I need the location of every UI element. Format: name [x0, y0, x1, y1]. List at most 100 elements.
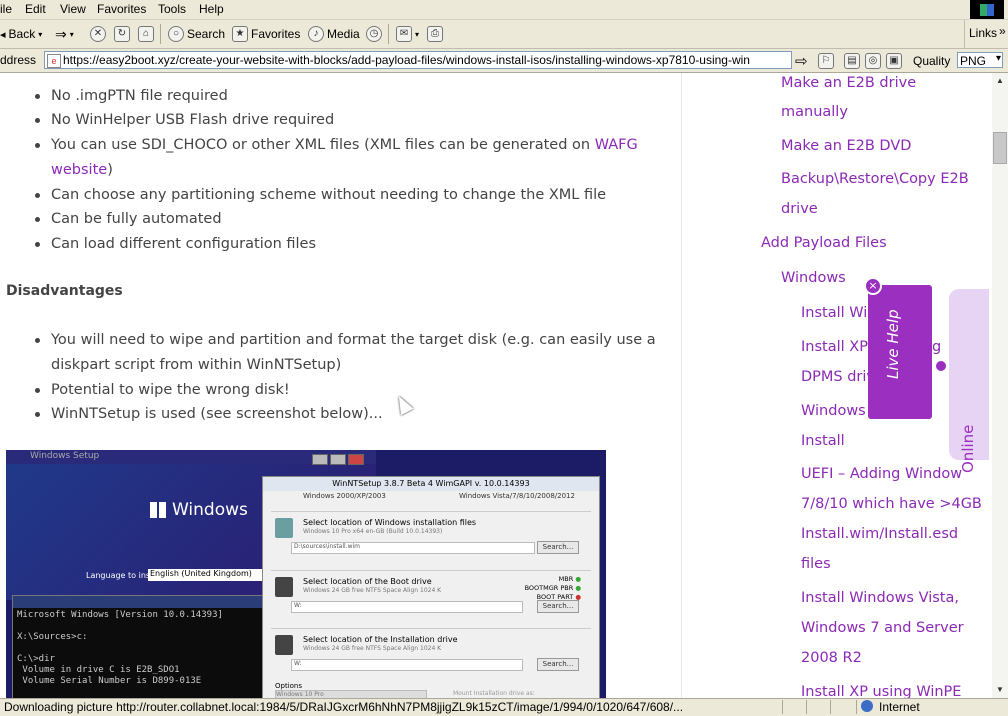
search-button: Search... [537, 541, 579, 554]
vertical-scrollbar[interactable]: ▲ ▼ [992, 73, 1008, 698]
sidebar-item-dpms[interactable]: DPMS driv [801, 362, 875, 392]
boot-status: MBR ● BOOTMGR PBR ● BOOT PART ● [524, 575, 581, 601]
list-item: You will need to wipe and partition and … [35, 328, 656, 353]
paren-text: ) [107, 162, 113, 178]
list-item: Can be fully automated [35, 207, 222, 232]
section-heading: Select location of the Installation driv… [303, 635, 458, 644]
status-pane [830, 700, 853, 714]
forward-button[interactable]: ⇒ ▾ [55, 25, 74, 43]
media-icon: ♪ [308, 26, 324, 42]
sidebar-item-add-payload-files[interactable]: Add Payload Files [761, 228, 887, 258]
sidebar-item-windows-install[interactable]: Windows [801, 396, 866, 426]
menu-file[interactable]: ile [0, 2, 12, 16]
sidebar-item-windows-install-cont[interactable]: Install [801, 426, 845, 456]
tab-vista: Windows Vista/7/8/10/2008/2012 [459, 492, 575, 500]
scroll-down-icon[interactable]: ▼ [992, 682, 1008, 698]
stop-button[interactable]: ✕ [90, 25, 106, 43]
section-subtext: Windows 10 Pro x64 en-GB (Build 10.0.143… [303, 528, 443, 535]
menu-view[interactable]: View [60, 2, 86, 16]
install-section: Select location of the Installation driv… [271, 628, 591, 684]
status-pane [806, 700, 829, 714]
home-icon: ⌂ [138, 26, 154, 42]
sidebar-item-uefi[interactable]: UEFI – Adding Window [801, 459, 962, 489]
path-field: D:\sources\install.wim [291, 542, 535, 554]
history-button[interactable]: ◷ [366, 25, 382, 43]
bookmark-button[interactable]: ⚐ [818, 52, 834, 70]
clipboard-button[interactable]: ▣ [886, 52, 902, 70]
winntsetup-tabs: Windows 2000/XP/2003 Windows Vista/7/8/1… [263, 492, 599, 504]
list-item: You can use SDI_CHOCO or other XML files… [35, 133, 638, 158]
address-label: ddress [0, 53, 37, 67]
sidebar-item-make-e2b-drive[interactable]: Make an E2B drive [781, 73, 916, 98]
section-heading: Select location of the Boot drive [303, 577, 432, 586]
boot-section: Select location of the Boot drive Window… [271, 570, 591, 626]
maximize-icon [330, 454, 346, 465]
live-help-dot [936, 361, 946, 371]
menu-tools[interactable]: Tools [158, 2, 186, 16]
chevron-down-icon: ▾ [995, 53, 1001, 64]
list-item: Potential to wipe the wrong disk! [35, 378, 290, 403]
mail-button[interactable]: ✉ ▾ [396, 25, 419, 43]
sidebar-item-install-vista-cont1[interactable]: Windows 7 and Server [801, 613, 964, 643]
menu-help[interactable]: Help [199, 2, 224, 16]
favorites-button[interactable]: ★ Favorites [232, 25, 300, 43]
sidebar-item-windows[interactable]: Windows [781, 263, 846, 293]
list-item: No .imgPTN file required [35, 84, 228, 109]
binoculars-button[interactable]: ◎ [865, 52, 881, 70]
status-text: Downloading picture http://router.collab… [4, 700, 684, 714]
list-item: No WinHelper USB Flash drive required [34, 108, 334, 133]
wafg-website-link[interactable]: website [51, 162, 107, 178]
scroll-up-icon[interactable]: ▲ [992, 73, 1008, 89]
windows-logo-icon [150, 502, 166, 518]
drive-icon [275, 577, 293, 597]
binoculars-icon: ◎ [865, 53, 881, 69]
search-button: Search... [537, 658, 579, 671]
sidebar-item-install-wi[interactable]: Install Wi [801, 298, 867, 328]
address-url: https://easy2boot.xyz/create-your-websit… [63, 53, 750, 67]
quality-select[interactable]: PNG ▾ [957, 52, 1003, 68]
windows-logo-icon [970, 0, 1004, 19]
wafg-link[interactable]: WAFG [595, 137, 638, 153]
search-button[interactable]: ○ Search [168, 25, 225, 43]
sidebar-item-uefi-cont2[interactable]: Install.wim/Install.esd [801, 519, 958, 549]
scroll-thumb[interactable] [993, 132, 1007, 164]
drive-icon [275, 635, 293, 655]
section-subtext: Windows 24 GB free NTFS Space Align 1024… [303, 645, 442, 652]
back-arrow-icon: ◂ [0, 28, 6, 41]
home-button[interactable]: ⌂ [138, 25, 154, 43]
refresh-button[interactable]: ↻ [114, 25, 130, 43]
sidebar-item-backup-restore-cont[interactable]: drive [781, 194, 818, 224]
sidebar-item-backup-restore[interactable]: Backup\Restore\Copy E2B [781, 164, 969, 194]
sidebar-item-install-vista-cont2[interactable]: 2008 R2 [801, 643, 862, 673]
sidebar-item-make-e2b-drive-cont[interactable]: manually [781, 97, 848, 127]
address-input[interactable]: e https://easy2boot.xyz/create-your-webs… [44, 51, 792, 69]
go-button[interactable]: ⇨ [795, 52, 808, 70]
live-help-tab[interactable]: Live Help [868, 285, 932, 419]
page-button[interactable]: ▤ [844, 52, 860, 70]
close-icon[interactable]: × [864, 277, 882, 295]
online-tab[interactable]: Online [949, 289, 989, 473]
links-toolbar[interactable]: Links » [964, 20, 1008, 48]
sidebar-item-install-vista[interactable]: Install Windows Vista, [801, 583, 959, 613]
toolbar-divider [160, 24, 161, 44]
history-icon: ◷ [366, 26, 382, 42]
sidebar-item-uefi-cont3[interactable]: files [801, 549, 831, 579]
cmd-output: Microsoft Windows [Version 10.0.14393] X… [17, 610, 223, 686]
sidebar-item-uefi-cont1[interactable]: 7/8/10 which have >4GB [801, 489, 982, 519]
media-button[interactable]: ♪ Media [308, 25, 360, 43]
back-button[interactable]: ◂ Back ▾ [0, 25, 42, 43]
sidebar-item-install-xp-cont[interactable]: g [932, 332, 941, 362]
sidebar-item-make-e2b-dvd[interactable]: Make an E2B DVD [781, 131, 911, 161]
list-item-continuation: website) [51, 158, 113, 183]
menu-edit[interactable]: Edit [25, 2, 46, 16]
page-icon: ▤ [844, 53, 860, 69]
menu-favorites[interactable]: Favorites [97, 2, 146, 16]
sidebar-item-install-xp-winpe[interactable]: Install XP using WinPE [801, 677, 961, 698]
sidebar-divider [681, 73, 682, 698]
sidebar-item-install-xp[interactable]: Install XP [801, 332, 868, 362]
winntsetup-screenshot: Windows Setup Windows Language to instal… [6, 450, 606, 698]
close-icon [348, 454, 364, 465]
stop-icon: ✕ [90, 26, 106, 42]
print-button[interactable]: ⎙ [427, 25, 443, 43]
chevron-down-icon: ▾ [415, 29, 420, 39]
